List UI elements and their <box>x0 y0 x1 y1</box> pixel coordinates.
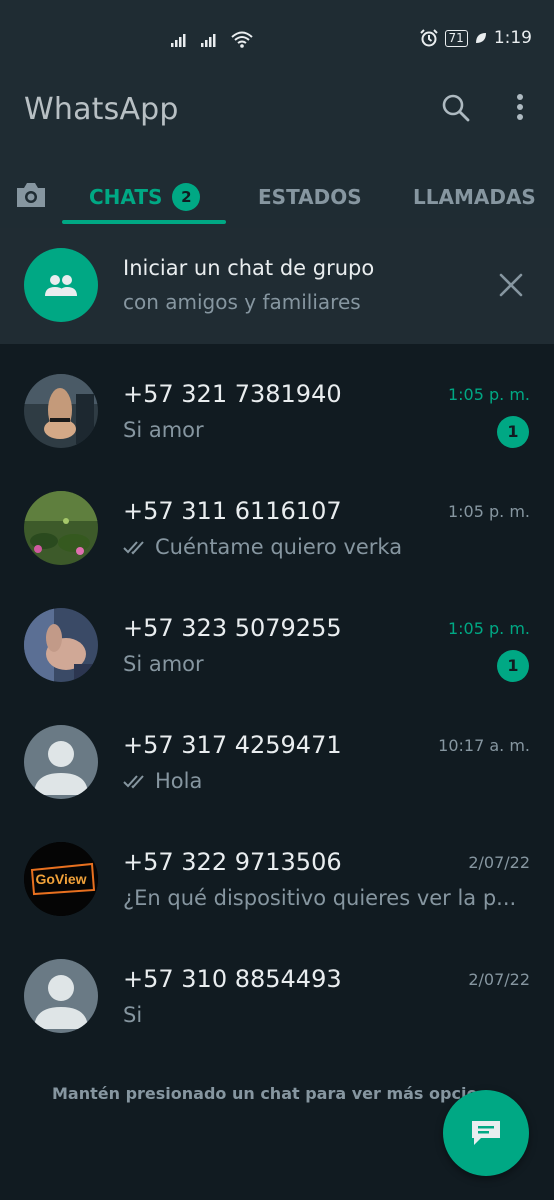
chat-name: +57 310 8854493 <box>123 965 342 993</box>
active-tab-indicator <box>62 220 226 224</box>
chat-last-message: Cuéntame quiero verka <box>123 535 518 559</box>
footer-hint: Mantén presionado un chat para ver más o… <box>52 1084 478 1103</box>
chat-compose-icon <box>472 1121 500 1145</box>
avatar <box>24 491 98 565</box>
chat-time: 1:05 p. m. <box>447 619 530 638</box>
signal-icon <box>171 34 186 47</box>
clock-time: 1:19 <box>493 28 532 48</box>
group-chat-banner[interactable]: Iniciar un chat de grupo con amigos y fa… <box>0 228 554 344</box>
tab-chats[interactable]: CHATS 2 <box>89 168 201 226</box>
chat-time: 2/07/22 <box>468 970 530 989</box>
chat-last-message: Si <box>123 1003 143 1027</box>
alarm-icon <box>419 29 438 47</box>
chat-row[interactable]: +57 310 8854493 Si 2/07/22 <box>0 937 554 1054</box>
tab-llamadas-label: LLAMADAS <box>413 185 536 209</box>
leaf-icon <box>475 33 486 43</box>
chat-last-message: Si amor <box>123 418 204 442</box>
chat-row[interactable]: GoView +57 322 9713506 ¿En qué dispositi… <box>0 820 554 937</box>
double-check-icon <box>123 541 144 555</box>
chat-name: +57 323 5079255 <box>123 614 342 642</box>
chat-row[interactable]: +57 317 4259471 Hola 10:17 a. m. <box>0 703 554 820</box>
banner-title: Iniciar un chat de grupo <box>123 256 375 280</box>
more-vert-icon[interactable] <box>512 92 528 124</box>
status-right: 71 1:19 <box>419 28 532 48</box>
wifi-icon <box>231 31 253 48</box>
tab-estados-label: ESTADOS <box>258 185 362 209</box>
chat-name: +57 322 9713506 <box>123 848 342 876</box>
app-title: WhatsApp <box>24 92 179 127</box>
close-icon[interactable] <box>498 272 524 298</box>
chat-row[interactable]: +57 323 5079255 Si amor 1:05 p. m. 1 <box>0 586 554 703</box>
avatar <box>24 608 98 682</box>
double-check-icon <box>123 775 144 789</box>
avatar <box>24 374 98 448</box>
chat-time: 2/07/22 <box>468 853 530 872</box>
banner-subtitle: con amigos y familiares <box>123 290 361 314</box>
group-avatar <box>24 248 98 322</box>
default-avatar-icon <box>24 959 98 1033</box>
avatar: GoView <box>24 842 98 916</box>
chat-name: +57 317 4259471 <box>123 731 342 759</box>
unread-badge: 1 <box>497 416 529 448</box>
default-avatar-icon <box>24 725 98 799</box>
chat-name: +57 311 6116107 <box>123 497 342 525</box>
chat-time: 1:05 p. m. <box>447 385 530 404</box>
chat-last-message: Hola <box>123 769 518 793</box>
chat-last-message: ¿En qué dispositivo quieres ver la p... <box>123 886 517 910</box>
chat-time: 1:05 p. m. <box>447 502 530 521</box>
goview-logo-text: GoView <box>35 871 86 887</box>
group-icon <box>45 275 77 296</box>
tab-chats-badge: 2 <box>172 183 201 211</box>
chat-last-message: Si amor <box>123 652 204 676</box>
chat-time: 10:17 a. m. <box>438 736 530 755</box>
chat-row[interactable]: +57 311 6116107 Cuéntame quiero verka 1:… <box>0 469 554 586</box>
tab-estados[interactable]: ESTADOS <box>258 168 362 226</box>
app-header: WhatsApp CHATS 2 ESTADOS LLAMADAS <box>0 80 554 230</box>
chat-name: +57 321 7381940 <box>123 380 342 408</box>
signal-indicators <box>170 30 254 48</box>
tab-chats-label: CHATS <box>89 185 163 209</box>
signal-icon <box>201 34 216 47</box>
unread-badge: 1 <box>497 650 529 682</box>
chat-row[interactable]: +57 321 7381940 Si amor 1:05 p. m. 1 <box>0 352 554 469</box>
chat-list: +57 321 7381940 Si amor 1:05 p. m. 1 +57… <box>0 352 554 1054</box>
tab-llamadas[interactable]: LLAMADAS <box>413 168 536 226</box>
status-bar: 71 1:19 <box>0 0 554 80</box>
search-icon[interactable] <box>440 92 472 124</box>
camera-icon[interactable] <box>14 180 48 210</box>
tab-bar: CHATS 2 ESTADOS LLAMADAS <box>0 168 554 226</box>
battery-level: 71 <box>444 29 468 47</box>
new-chat-button[interactable] <box>443 1090 529 1176</box>
